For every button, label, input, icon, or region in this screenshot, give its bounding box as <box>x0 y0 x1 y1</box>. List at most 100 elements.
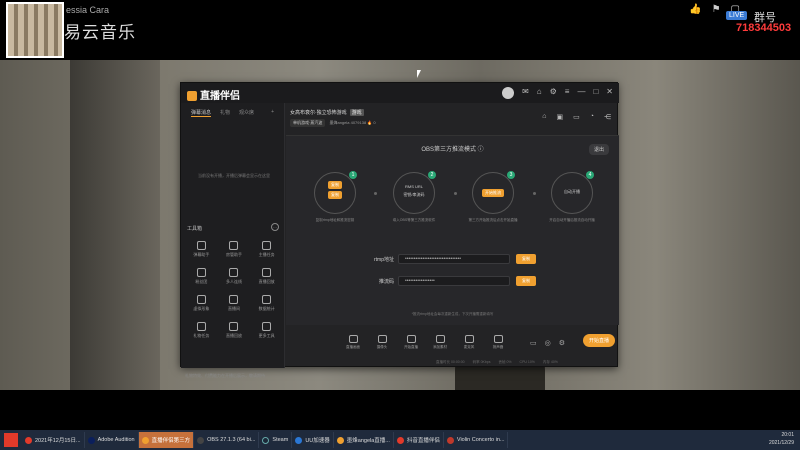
tool-camera[interactable]: 摄像头 <box>373 335 391 350</box>
copy-key-button[interactable]: 复制 <box>516 276 536 286</box>
avatar[interactable] <box>502 87 515 99</box>
category-chip[interactable]: 单机游戏·蒸汽波 <box>290 119 326 127</box>
tool-microphone[interactable]: 麦克风 <box>460 335 478 350</box>
toolbox-grid: 弹幕助手 房管助手 主播任务 粉丝团 多人连线 直播回放 虚拟形象 直播间 数据… <box>185 241 283 339</box>
message-icon[interactable]: ✉ <box>522 87 529 99</box>
obs-icon <box>197 436 205 444</box>
settings-icon[interactable]: ⚙ <box>550 87 557 99</box>
toolbox-more-icon[interactable]: … <box>271 223 279 231</box>
step2-caption: 填入OBS等第三方推流软件 <box>392 218 436 222</box>
tab-gifts[interactable]: 礼物 <box>220 109 230 117</box>
share-icon[interactable]: ⋲ <box>604 113 611 121</box>
empty-danmu-text: 当前没有开播，开播后弹幕会显示在这里 <box>198 173 270 178</box>
clock-date: 2021/12/29 <box>768 440 794 446</box>
status-bar: 直播时长 00:00:00 码率 0Kbps 丢帧 0% CPU 10% 内存 … <box>436 360 558 365</box>
bottom-tool-label: 麦克风 <box>463 345 475 349</box>
task-item[interactable]: 墨烽angela直播... <box>334 432 394 448</box>
bookmark-icon[interactable]: ⚑ <box>712 4 721 15</box>
room-tag[interactable]: 游戏 <box>349 109 364 116</box>
task-item[interactable]: OBS 27.1.3 (64 bi... <box>194 432 260 448</box>
step-connector <box>454 192 457 195</box>
likes-count: 0 <box>373 120 376 125</box>
stream-key-field[interactable]: ••••••••••••••••• <box>398 276 510 286</box>
tool-more[interactable]: 更多工具 <box>250 322 283 339</box>
app-name: 直播伴侣 <box>200 91 240 102</box>
step4-caption: 开启自动开播后推流自动开播 <box>549 218 595 222</box>
tab-danmu[interactable]: 弹幕消息 <box>191 109 212 117</box>
tool-scene[interactable]: 直播画面 <box>344 335 362 350</box>
screen-icon[interactable]: ▭ <box>573 113 580 121</box>
step-number: 4 <box>586 171 594 179</box>
bottom-tool-label: 扬声器 <box>492 345 504 349</box>
flame-icon: 🔥 <box>367 120 373 125</box>
minimize-icon[interactable]: — <box>577 87 585 99</box>
step-number: 2 <box>428 171 436 179</box>
close-icon[interactable]: ✕ <box>606 87 613 99</box>
add-tab-icon[interactable]: + <box>271 109 274 117</box>
task-item[interactable]: Steam <box>259 432 293 448</box>
tool-stats[interactable]: 数据统计 <box>250 295 283 312</box>
step1-copy-button-1[interactable]: 复制 <box>328 181 342 189</box>
task-item[interactable]: 2021年12月15日... <box>22 432 85 448</box>
video-top-bar: essia Cara 易云音乐 👍 ⚑ ▢ LIVE 群号 718344503 <box>0 0 800 60</box>
tool-video[interactable]: 直播回放 <box>218 322 251 339</box>
shirt-icon[interactable]: ⌂ <box>537 87 542 99</box>
task-label: 抖音直播伴侣 <box>406 438 440 444</box>
multi-icon <box>229 268 239 277</box>
tab-audience[interactable]: 观众席 <box>239 109 254 117</box>
thumb-up-icon[interactable]: 👍 <box>689 4 701 15</box>
system-clock[interactable]: 20:01 2021/12/29 <box>769 431 794 447</box>
task-item-active[interactable]: 直播伴侣第三方 <box>138 432 195 448</box>
bell-icon[interactable]: ◔ <box>590 113 594 121</box>
tool-label: 弹幕助手 <box>193 252 210 257</box>
step1-copy-button-2[interactable]: 复制 <box>328 191 342 199</box>
lock-icon[interactable]: ▣ <box>557 113 564 121</box>
tool-avatar3d[interactable]: 虚拟形象 <box>185 295 218 312</box>
avatar3d-icon <box>196 295 206 304</box>
step-connector <box>374 192 377 195</box>
step-number: 3 <box>507 171 515 179</box>
live-badge: LIVE <box>726 11 748 20</box>
window-titlebar: 直播伴侣 ✉ ⌂ ⚙ ≡ — □ ✕ <box>181 83 619 103</box>
start-menu-icon[interactable] <box>4 433 18 447</box>
tool-room[interactable]: 直播间 <box>218 295 251 312</box>
clock-time: 20:01 <box>781 432 794 438</box>
task-item[interactable]: Adobe Audition <box>85 432 139 448</box>
toolbox-title: 工具箱 <box>187 226 203 232</box>
tool-admin[interactable]: 房管助手 <box>218 241 251 258</box>
mode-title: OBS第三方推流模式 ⓘ <box>286 144 619 153</box>
album-thumbnail[interactable] <box>6 2 64 58</box>
tool-danmu[interactable]: 弹幕助手 <box>185 241 218 258</box>
gift-icon <box>196 322 206 331</box>
rtmp-field[interactable]: •••••••••••••••••••••••••••••••• <box>398 254 510 264</box>
task-item[interactable]: UU加速器 <box>292 432 334 448</box>
letterbox-band <box>0 390 800 430</box>
exit-button[interactable]: 退出 <box>588 144 609 155</box>
status-item: 丢帧 0% <box>498 360 512 364</box>
tool-task[interactable]: 主播任务 <box>250 241 283 258</box>
step3-start-push: 开始推流 <box>482 189 504 197</box>
maximize-icon[interactable]: □ <box>593 87 598 99</box>
tool-gift[interactable]: 礼物任务 <box>185 322 218 339</box>
shop-icon[interactable]: ⌂ <box>542 113 546 121</box>
tool-speaker[interactable]: 扬声器 <box>489 335 507 350</box>
tool-label: 直播间 <box>227 306 240 311</box>
tool-replay[interactable]: 直播回放 <box>250 268 283 285</box>
task-label: UU加速器 <box>305 438 330 444</box>
copy-rtmp-button[interactable]: 复制 <box>516 254 536 264</box>
step-4: 4 自动开播 <box>551 171 594 214</box>
preview-icon[interactable]: ◎ <box>545 339 551 347</box>
task-item[interactable]: 抖音直播伴侣 <box>394 432 444 448</box>
tool-multi[interactable]: 多人连线 <box>218 268 251 285</box>
tool-label: 数据统计 <box>258 306 275 311</box>
start-live-button[interactable]: 开始直播 <box>582 334 615 347</box>
tool-fans[interactable]: 粉丝团 <box>185 268 218 285</box>
menu-icon[interactable]: ≡ <box>565 87 570 99</box>
tool-add-material[interactable]: 添加素材 <box>431 335 449 350</box>
tool-live-room[interactable]: 开始直播 <box>402 335 420 350</box>
record-icon[interactable]: ▭ <box>530 339 537 347</box>
settings-gear-icon[interactable]: ⚙ <box>559 339 565 347</box>
help-icon[interactable]: ⓘ <box>478 147 484 153</box>
task-item[interactable]: Violin Concerto in... <box>444 432 509 448</box>
left-panel: 弹幕消息 礼物 观众席 + 当前没有开播，开播后弹幕会显示在这里 工具箱 … 弹… <box>181 103 285 378</box>
